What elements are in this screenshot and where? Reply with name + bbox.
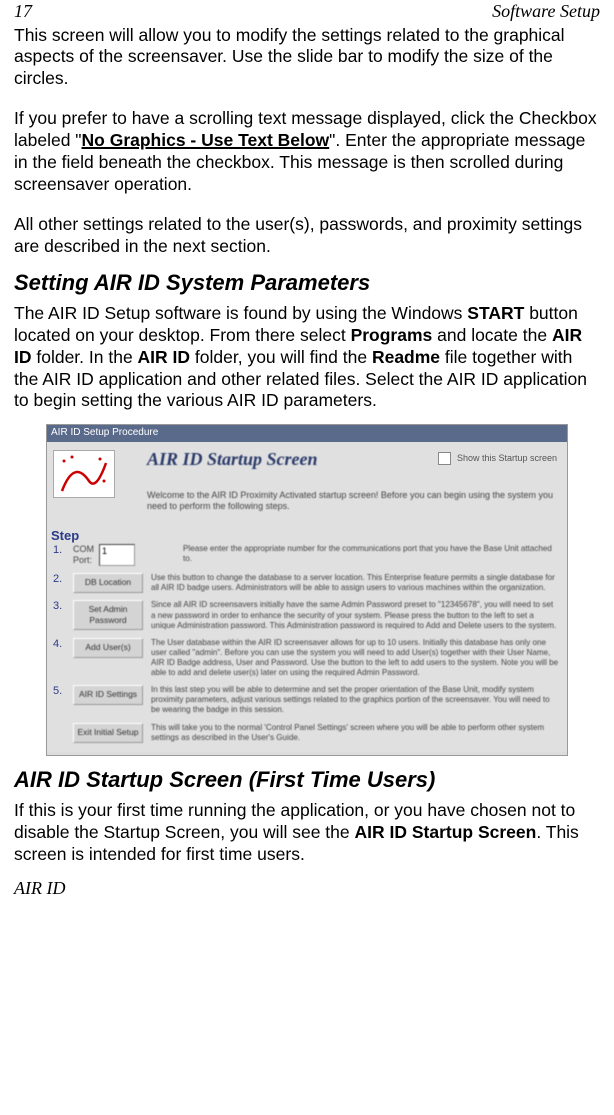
p4-a: The AIR ID Setup software is found by us… [14, 303, 467, 323]
section-title: Software Setup [492, 0, 600, 23]
window-titlebar: AIR ID Setup Procedure [47, 425, 567, 442]
p2-bold: No Graphics - Use Text Below [82, 130, 330, 150]
step-row: 1. COM Port: 1 Please enter the appropri… [53, 544, 559, 567]
step-row: 4. Add User(s) The User database within … [53, 638, 559, 678]
p5-b1: AIR ID Startup Screen [354, 822, 536, 842]
window-body: AIR ID Startup Screen Show this Startup … [47, 442, 567, 752]
add-users-button[interactable]: Add User(s) [73, 638, 143, 658]
step-row: 5. AIR ID Settings In this last step you… [53, 685, 559, 715]
step-desc: In this last step you will be able to de… [151, 685, 559, 715]
step-num: 2. [53, 573, 73, 587]
step-desc: Since all AIR ID screensavers initially … [151, 600, 559, 630]
step-row: Exit Initial Setup This will take you to… [53, 723, 559, 743]
p4-b4: AIR ID [138, 347, 191, 367]
step-num: 5. [53, 685, 73, 699]
page-number: 17 [14, 0, 32, 23]
footer-product-name: AIR ID [14, 877, 600, 900]
step-desc: Use this button to change the database t… [151, 573, 559, 593]
step-row: 3. Set Admin Password Since all AIR ID s… [53, 600, 559, 630]
page-header: 17 Software Setup [14, 0, 600, 23]
step-label: Step [51, 528, 79, 544]
step-desc: Please enter the appropriate number for … [183, 544, 559, 564]
step-num: 4. [53, 638, 73, 652]
intro-text: Welcome to the AIR ID Proximity Activate… [147, 490, 557, 513]
startup-screen-image: AIR ID Setup Procedure AIR ID Startup Sc… [46, 424, 568, 756]
heading-system-parameters: Setting AIR ID System Parameters [14, 269, 600, 297]
logo-icon [54, 451, 114, 497]
exit-initial-setup-button[interactable]: Exit Initial Setup [73, 723, 143, 743]
p4-b1: START [467, 303, 524, 323]
paragraph-5: If this is your first time running the a… [14, 800, 600, 866]
db-location-button[interactable]: DB Location [73, 573, 143, 593]
show-startup-checkbox-row: Show this Startup screen [438, 452, 557, 465]
p4-d: and locate the [432, 325, 552, 345]
steps-container: 1. COM Port: 1 Please enter the appropri… [53, 544, 559, 750]
step-row: 2. DB Location Use this button to change… [53, 573, 559, 593]
paragraph-3: All other settings related to the user(s… [14, 214, 600, 258]
p4-e: folder. In the [32, 347, 138, 367]
app-logo [53, 450, 115, 498]
p4-f: folder, you will find the [190, 347, 372, 367]
step-desc: This will take you to the normal 'Contro… [151, 723, 559, 743]
com-port-input[interactable]: 1 [99, 544, 135, 566]
step-desc: The User database within the AIR ID scre… [151, 638, 559, 678]
step-num: 3. [53, 600, 73, 614]
p4-b5: Readme [372, 347, 440, 367]
set-admin-password-button[interactable]: Set Admin Password [73, 600, 143, 629]
paragraph-2: If you prefer to have a scrolling text m… [14, 108, 600, 196]
panel-title: AIR ID Startup Screen [147, 448, 318, 471]
heading-startup-screen: AIR ID Startup Screen (First Time Users) [14, 766, 600, 794]
air-id-settings-button[interactable]: AIR ID Settings [73, 685, 143, 705]
com-port-label: COM Port: [73, 544, 99, 567]
show-startup-checkbox[interactable] [438, 452, 451, 465]
step-num: 1. [53, 544, 73, 558]
paragraph-4: The AIR ID Setup software is found by us… [14, 303, 600, 412]
show-startup-label: Show this Startup screen [457, 453, 557, 463]
paragraph-1: This screen will allow you to modify the… [14, 25, 600, 91]
p4-b2: Programs [351, 325, 433, 345]
